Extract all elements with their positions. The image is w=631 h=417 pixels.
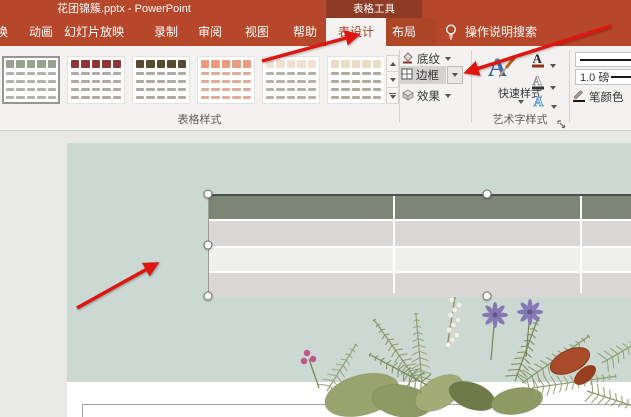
text-fill-button[interactable]: A bbox=[531, 51, 556, 68]
tab-help[interactable]: 帮助 bbox=[285, 18, 325, 46]
text-effects-A-icon: A bbox=[532, 93, 547, 109]
pen-style-line-icon bbox=[580, 59, 631, 61]
tab-animations[interactable]: 动画 bbox=[24, 18, 58, 46]
table-style-thumbnail[interactable] bbox=[67, 56, 125, 104]
tab-transitions-partial[interactable]: 换 bbox=[0, 18, 12, 46]
tab-slideshow[interactable]: 幻灯片放映 bbox=[58, 18, 130, 46]
tab-record[interactable]: 录制 bbox=[146, 18, 186, 46]
tab-table-design[interactable]: 表设计 bbox=[326, 18, 386, 46]
group-separator bbox=[569, 50, 570, 122]
svg-text:A: A bbox=[533, 73, 543, 88]
pen-weight-dropdown[interactable]: 1.0 磅 bbox=[575, 69, 631, 85]
cube-effects-icon bbox=[401, 89, 414, 104]
text-outline-A-icon: A bbox=[531, 73, 546, 90]
document-title: 花团锦簇.pptx - PowerPoint bbox=[57, 0, 191, 18]
pen-color-button[interactable]: 笔颜色 bbox=[572, 88, 624, 105]
svg-text:A: A bbox=[533, 51, 543, 66]
text-outline-button[interactable]: A bbox=[531, 73, 556, 90]
shading-button[interactable]: 底纹 bbox=[401, 51, 451, 67]
table-column-divider bbox=[393, 196, 395, 293]
table-style-thumbnail[interactable] bbox=[2, 56, 60, 104]
group-label-wordart-styles: 艺术字样式 bbox=[472, 114, 568, 127]
table-style-thumbnail[interactable] bbox=[327, 56, 384, 104]
text-effects-button[interactable]: A bbox=[532, 93, 557, 109]
slide-table[interactable] bbox=[208, 194, 631, 295]
svg-text:A: A bbox=[488, 53, 507, 82]
ribbon: 表格样式 底纹 边框 bbox=[0, 46, 631, 131]
tab-table-layout[interactable]: 布局 bbox=[382, 18, 426, 46]
tab-view[interactable]: 视图 bbox=[237, 18, 277, 46]
gallery-more-icon bbox=[389, 93, 396, 99]
table-row[interactable] bbox=[209, 273, 631, 297]
selection-handle[interactable] bbox=[204, 241, 213, 250]
table-style-thumbnail[interactable] bbox=[197, 56, 255, 104]
text-fill-A-icon: A bbox=[531, 51, 546, 68]
tell-me-search[interactable]: 操作说明搜索 bbox=[465, 18, 537, 46]
pen-weight-line-icon bbox=[611, 76, 631, 78]
chevron-down-icon bbox=[550, 86, 556, 90]
paint-bucket-icon bbox=[401, 51, 414, 67]
table-column-divider bbox=[580, 196, 582, 293]
borders-button[interactable]: 边框 bbox=[398, 66, 446, 84]
selection-handle[interactable] bbox=[483, 190, 492, 199]
tab-review[interactable]: 审阅 bbox=[190, 18, 230, 46]
quick-styles-button[interactable]: A bbox=[487, 52, 517, 82]
lightbulb-icon bbox=[444, 23, 458, 46]
triangle-up-icon bbox=[390, 62, 396, 66]
title-bar: 花团锦簇.pptx - PowerPoint 表格工具 bbox=[0, 0, 631, 18]
chevron-down-icon bbox=[445, 57, 451, 61]
pen-style-dropdown[interactable] bbox=[575, 52, 631, 67]
powerpoint-window: 花团锦簇.pptx - PowerPoint 表格工具 换 动画 幻灯片放映 录… bbox=[0, 0, 631, 417]
table-row[interactable] bbox=[209, 248, 631, 271]
contextual-tool-band: 表格工具 bbox=[326, 0, 422, 18]
slide-canvas[interactable] bbox=[67, 143, 631, 417]
wordart-A-brush-icon: A bbox=[487, 52, 517, 82]
chevron-down-icon bbox=[551, 105, 557, 109]
floral-decoration-illustration bbox=[267, 293, 631, 417]
table-row[interactable] bbox=[209, 196, 631, 219]
table-style-thumbnail[interactable] bbox=[262, 56, 320, 104]
slide-editor-area bbox=[0, 131, 631, 417]
group-separator bbox=[399, 50, 400, 122]
chevron-down-icon[interactable] bbox=[518, 100, 524, 104]
effects-button[interactable]: 效果 bbox=[401, 88, 451, 104]
pen-weight-value: 1.0 磅 bbox=[580, 69, 609, 85]
chevron-down-icon bbox=[452, 73, 458, 77]
ribbon-tab-bar: 换 动画 幻灯片放映 录制 审阅 视图 帮助 表设计 布局 操作说明搜索 bbox=[0, 18, 631, 46]
gallery-more-button[interactable] bbox=[386, 87, 399, 104]
borders-dropdown-button[interactable] bbox=[447, 66, 463, 84]
triangle-down-icon bbox=[390, 78, 396, 82]
group-label-table-styles: 表格样式 bbox=[0, 114, 399, 127]
pencil-icon bbox=[572, 88, 586, 105]
table-styles-gallery bbox=[2, 56, 384, 104]
selection-handle[interactable] bbox=[204, 292, 213, 301]
table-style-thumbnail[interactable] bbox=[132, 56, 190, 104]
table-row[interactable] bbox=[209, 221, 631, 246]
selection-handle[interactable] bbox=[483, 292, 492, 301]
svg-text:A: A bbox=[534, 95, 545, 109]
chevron-down-icon bbox=[445, 94, 451, 98]
selection-handle[interactable] bbox=[204, 190, 213, 199]
chevron-down-icon bbox=[550, 64, 556, 68]
cell-borders-icon bbox=[401, 68, 413, 83]
